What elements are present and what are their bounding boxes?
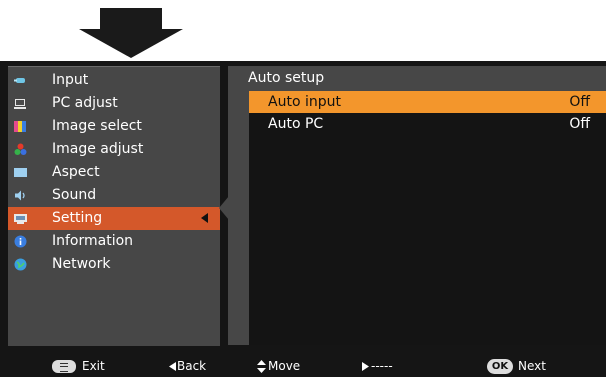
submenu-item-value: Off	[569, 94, 590, 110]
next-label: Next	[518, 359, 546, 373]
menu-item-label: Sound	[52, 187, 97, 203]
information-icon	[14, 235, 27, 248]
network-icon	[14, 258, 27, 271]
sound-icon	[15, 190, 25, 201]
back-hint: Back	[169, 356, 219, 377]
menu-item-label: Input	[52, 72, 89, 88]
image-adjust-icon	[14, 143, 27, 155]
back-label: Back	[177, 359, 207, 373]
right-label: -----	[371, 359, 393, 373]
input-icon	[14, 78, 25, 83]
submenu-panel: Auto setup Auto input Off Auto PC Off	[228, 66, 606, 345]
submenu-item-label: Auto PC	[268, 116, 324, 132]
menu-item-information[interactable]: Information	[8, 230, 220, 253]
submenu-item-label: Auto input	[268, 94, 341, 110]
menu-item-sound[interactable]: Sound	[8, 184, 220, 207]
move-hint: Move	[257, 356, 317, 377]
menu-item-label: Aspect	[52, 164, 100, 180]
menu-item-input[interactable]: Input	[8, 69, 220, 92]
image-select-icon	[14, 121, 26, 132]
menu-item-pc-adjust[interactable]: PC adjust	[8, 92, 220, 115]
aspect-icon	[14, 168, 27, 177]
menu-item-label: PC adjust	[52, 95, 118, 111]
menu-item-label: Information	[52, 233, 134, 249]
pc-adjust-icon	[14, 99, 26, 109]
exit-hint: Exit	[52, 356, 112, 377]
menu-item-label: Image select	[52, 118, 142, 134]
submenu-item-value: Off	[569, 116, 590, 132]
submenu-item-auto-input[interactable]: Auto input Off	[249, 91, 606, 113]
menu-key-icon	[52, 360, 76, 373]
next-hint: OK Next	[487, 356, 557, 377]
menu-item-aspect[interactable]: Aspect	[8, 161, 220, 184]
menu-item-image-select[interactable]: Image select	[8, 115, 220, 138]
setting-icon	[14, 214, 27, 224]
submenu-title: Auto setup	[248, 70, 325, 86]
menu-item-setting[interactable]: Setting	[8, 207, 220, 230]
exit-label: Exit	[82, 359, 105, 373]
move-label: Move	[268, 359, 301, 373]
guide-bar: Exit Back Move ----- OK Next	[0, 356, 606, 377]
menu-item-label: Setting	[52, 210, 103, 226]
up-down-arrow-icon	[257, 360, 266, 373]
menu-item-image-adjust[interactable]: Image adjust	[8, 138, 220, 161]
menu-item-network[interactable]: Network	[8, 253, 220, 276]
caret-left-icon	[201, 213, 208, 223]
menu-item-label: Network	[52, 256, 111, 272]
main-menu: Input PC adjust Image select Image adjus…	[8, 66, 220, 346]
down-arrow-icon	[79, 8, 183, 58]
triangle-left-icon	[169, 362, 176, 371]
menu-item-label: Image adjust	[52, 141, 144, 157]
submenu-item-auto-pc[interactable]: Auto PC Off	[249, 113, 606, 135]
triangle-right-icon	[362, 362, 369, 371]
right-hint: -----	[362, 356, 422, 377]
ok-key-icon: OK	[487, 359, 513, 374]
submenu-list: Auto input Off Auto PC Off	[249, 91, 606, 345]
